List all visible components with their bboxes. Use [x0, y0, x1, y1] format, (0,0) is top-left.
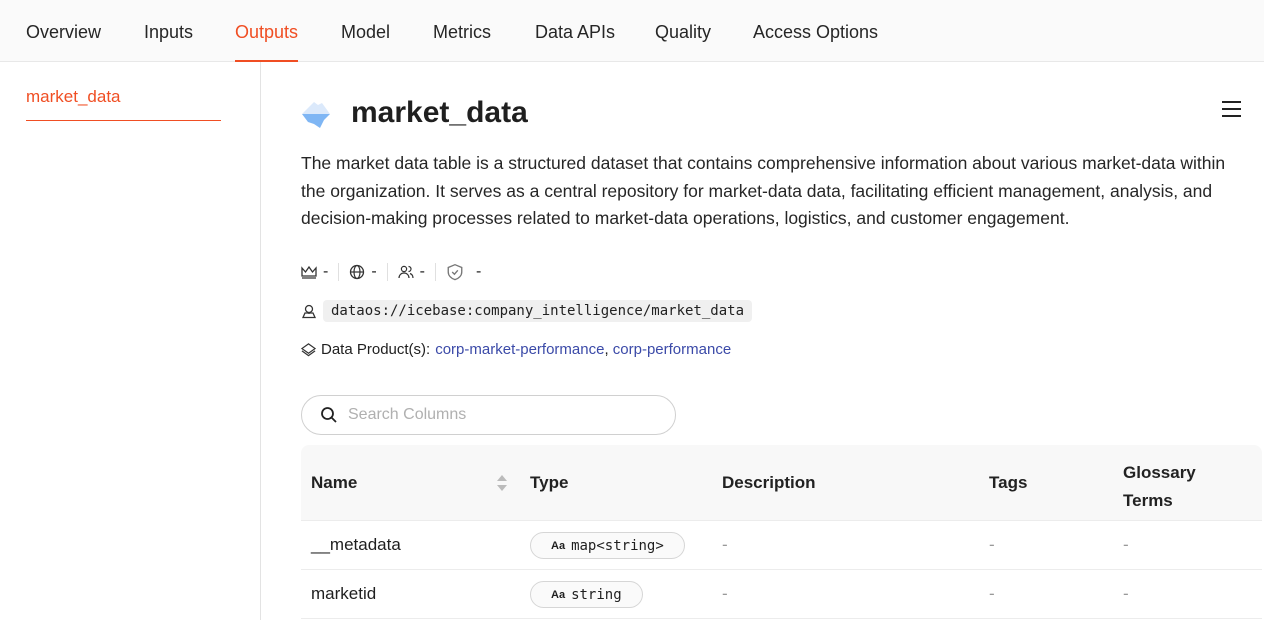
hamburger-menu-icon[interactable]: [1222, 101, 1241, 122]
column-name: __metadata: [311, 535, 401, 554]
column-glossary: -: [1123, 535, 1129, 554]
table-header: Name Type Description Tags Glossary Term…: [301, 445, 1262, 521]
column-name: marketid: [311, 584, 377, 603]
column-glossary: -: [1123, 584, 1129, 603]
column-tags: -: [989, 584, 995, 603]
separator: ,: [604, 341, 609, 358]
tab-metrics[interactable]: Metrics: [433, 22, 491, 62]
users-icon: [398, 265, 414, 279]
tab-access-options[interactable]: Access Options: [753, 22, 878, 62]
type-value: map<string>: [571, 537, 664, 554]
header-description: Description: [722, 473, 816, 492]
type-value: string: [571, 586, 622, 603]
data-product-link[interactable]: corp-market-performance: [435, 341, 604, 358]
tab-outputs[interactable]: Outputs: [235, 22, 299, 62]
layers-icon: [301, 343, 316, 357]
search-columns-box[interactable]: [301, 395, 676, 435]
search-icon: [321, 407, 337, 423]
text-type-icon: Aa: [551, 539, 566, 552]
header-glossary-terms: Glossary Terms: [1123, 463, 1196, 510]
search-columns-input[interactable]: [348, 406, 648, 424]
sort-icon[interactable]: [496, 474, 508, 492]
data-product-link[interactable]: corp-performance: [613, 341, 731, 358]
columns-table: Name Type Description Tags Glossary Term…: [301, 445, 1262, 619]
data-products-row: Data Product(s): corp-market-performance…: [301, 341, 731, 358]
owner-value: -: [323, 263, 329, 280]
column-tags: -: [989, 535, 995, 554]
column-description: -: [722, 535, 728, 554]
tab-model[interactable]: Model: [341, 22, 390, 62]
shield-check-icon: [447, 263, 463, 281]
header-tags: Tags: [989, 473, 1028, 492]
globe-icon: [350, 264, 365, 280]
table-row: marketid Aa string - - -: [301, 570, 1262, 619]
sidebar-item-market-data[interactable]: market_data: [26, 87, 221, 121]
crown-icon: [301, 265, 317, 279]
domain-value: -: [371, 263, 377, 280]
users-value: -: [419, 263, 425, 280]
address-row: dataos://icebase:company_intelligence/ma…: [301, 300, 753, 322]
table-row: __metadata Aa map<string> - - -: [301, 521, 1262, 570]
header-name[interactable]: Name: [311, 473, 357, 493]
column-description: -: [722, 584, 728, 603]
type-badge: Aa map<string>: [530, 532, 685, 559]
sidebar: market_data: [0, 62, 261, 620]
text-type-icon: Aa: [551, 588, 566, 601]
tab-inputs[interactable]: Inputs: [144, 22, 193, 62]
dataset-address[interactable]: dataos://icebase:company_intelligence/ma…: [323, 300, 753, 322]
policy-value: -: [475, 263, 482, 280]
tab-bar: Overview Inputs Outputs Model Metrics Da…: [0, 0, 1264, 62]
tab-quality[interactable]: Quality: [655, 22, 711, 62]
tab-overview[interactable]: Overview: [26, 22, 101, 62]
location-pin-icon: [301, 304, 317, 319]
tab-data-apis[interactable]: Data APIs: [535, 22, 615, 62]
data-products-label: Data Product(s):: [321, 341, 431, 358]
meta-row: - - - -: [301, 263, 501, 281]
dataset-description: The market data table is a structured da…: [301, 153, 1226, 228]
type-badge: Aa string: [530, 581, 643, 608]
iceberg-icon: [302, 102, 330, 128]
page-title: market_data: [351, 96, 528, 129]
header-type: Type: [530, 473, 569, 492]
